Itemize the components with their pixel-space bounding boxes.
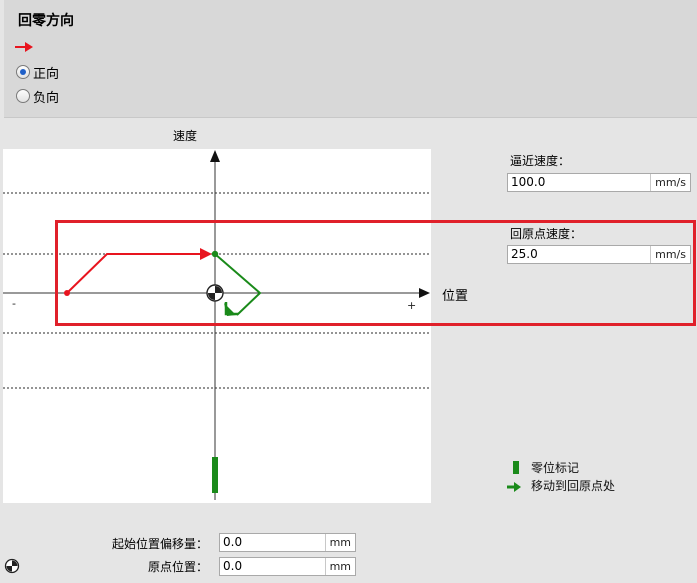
- radio-negative[interactable]: 负向: [16, 87, 60, 106]
- highlight-box: [55, 220, 696, 326]
- radio-positive[interactable]: 正向: [16, 63, 60, 82]
- start-offset-unit: mm: [324, 534, 355, 551]
- start-offset-input[interactable]: 0.0 mm: [219, 533, 356, 552]
- radio-negative-indicator[interactable]: [16, 89, 30, 103]
- section-title: 回零方向: [18, 13, 74, 29]
- direction-arrow-icon: [15, 42, 33, 52]
- home-position-label: 原点位置：: [148, 560, 209, 574]
- zero-mark-icon: [513, 461, 519, 474]
- approach-speed-value[interactable]: 100.0: [508, 174, 650, 191]
- move-home-arrow-icon: [507, 482, 521, 492]
- home-position-input[interactable]: 0.0 mm: [219, 557, 356, 576]
- approach-speed-unit: mm/s: [650, 174, 690, 191]
- radio-positive-label: 正向: [33, 66, 60, 82]
- home-position-unit: mm: [324, 558, 355, 575]
- homing-direction-panel: [4, 0, 697, 118]
- home-position-icon: [4, 558, 20, 574]
- zero-mark-bar: [212, 457, 218, 493]
- home-position-value[interactable]: 0.0: [220, 558, 325, 575]
- y-axis-arrow-icon: [210, 150, 220, 162]
- legend-move-home: 移动到回原点处: [531, 479, 616, 493]
- legend-zero-mark: 零位标记: [531, 461, 580, 475]
- approach-speed-label: 逼近速度：: [510, 154, 571, 168]
- approach-speed-input[interactable]: 100.0 mm/s: [507, 173, 691, 192]
- radio-positive-indicator[interactable]: [16, 65, 30, 79]
- radio-negative-label: 负向: [33, 90, 60, 106]
- start-offset-value[interactable]: 0.0: [220, 534, 325, 551]
- start-offset-label: 起始位置偏移量：: [112, 537, 209, 551]
- minus-label: -: [12, 297, 16, 310]
